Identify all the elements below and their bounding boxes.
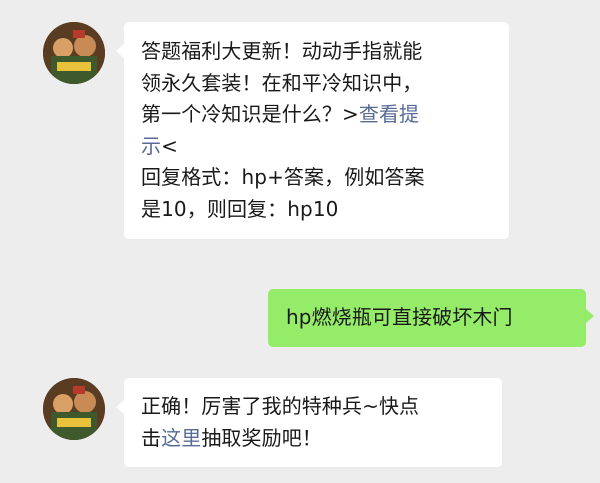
- message-text: hp燃烧瓶可直接破坏木门: [286, 305, 513, 329]
- message-text: 击: [141, 425, 162, 450]
- outgoing-message-bubble: hp燃烧瓶可直接破坏木门: [268, 289, 586, 347]
- game-character-avatar-icon: [43, 22, 105, 84]
- message-text: <: [161, 133, 178, 158]
- message-line: 示<: [141, 131, 493, 163]
- view-hint-link[interactable]: 示: [141, 134, 161, 158]
- view-hint-link[interactable]: 查看提: [359, 102, 419, 126]
- game-character-avatar-icon: [43, 378, 105, 440]
- message-line: 击这里抽取奖励吧！: [141, 423, 486, 455]
- message-bubble: 正确！厉害了我的特种兵~快点 击这里抽取奖励吧！: [124, 378, 502, 467]
- message-line: 第一个冷知识是什么？>查看提: [141, 99, 493, 131]
- sender-avatar[interactable]: [43, 22, 105, 84]
- message-text: 第一个冷知识是什么？>: [141, 102, 359, 126]
- message-bubble: 答题福利大更新！动动手指就能 领永久套装！在和平冷知识中， 第一个冷知识是什么？…: [124, 22, 509, 239]
- message-line: 回复格式：hp+答案，例如答案: [141, 165, 425, 189]
- message-line: 答题福利大更新！动动手指就能: [141, 39, 423, 63]
- claim-reward-link[interactable]: 这里: [161, 426, 201, 450]
- message-line: 领永久套装！在和平冷知识中，: [141, 70, 423, 95]
- message-line: 正确！厉害了我的特种兵~快点: [141, 394, 420, 418]
- message-text: 抽取奖励吧！: [201, 425, 322, 450]
- message-line: 是10，则回复：hp10: [141, 196, 339, 221]
- sender-avatar[interactable]: [43, 378, 105, 440]
